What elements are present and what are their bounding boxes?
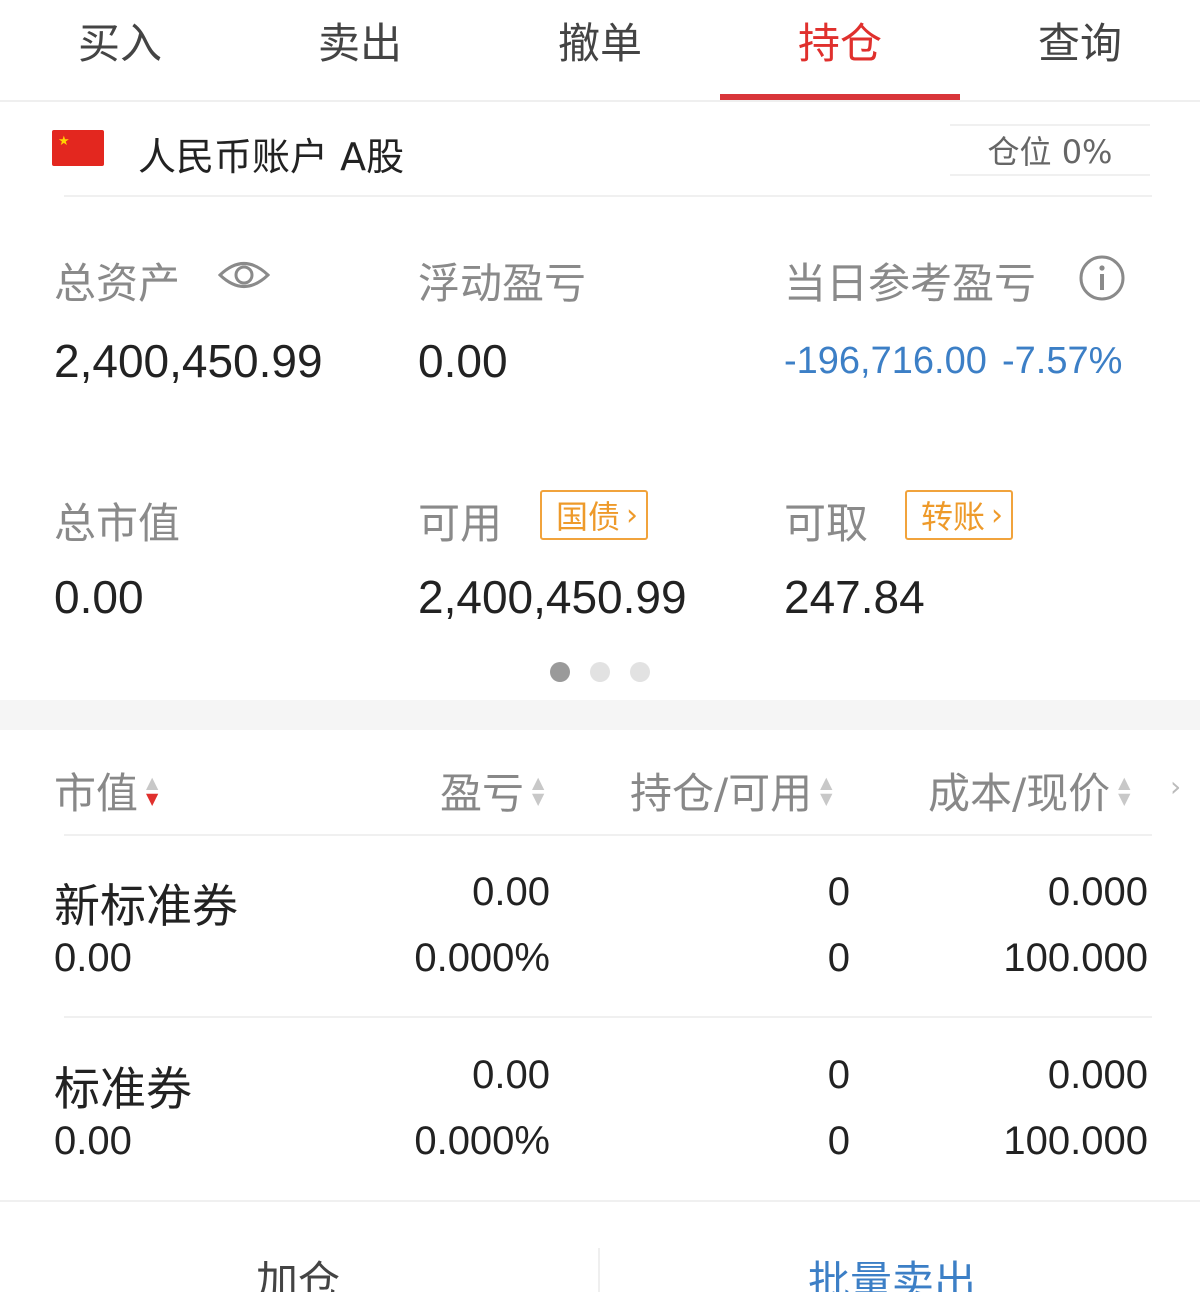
sort-icon: ▲ ▼: [820, 772, 833, 808]
info-icon[interactable]: [1078, 254, 1126, 302]
price-cell: 100.000: [1003, 1119, 1148, 1163]
account-label[interactable]: 人民币账户 A股: [138, 126, 404, 181]
price-cell: 100.000: [1003, 936, 1148, 980]
pl-percent-cell: 0.000%: [414, 936, 550, 980]
market-value-cell: 0.00: [54, 936, 132, 980]
divider: [598, 1248, 600, 1292]
divider: [0, 1200, 1200, 1202]
sort-icon: ▲ ▼: [1118, 772, 1131, 808]
sort-icon: ▲ ▼: [146, 772, 159, 808]
available-cell: 0: [827, 936, 850, 980]
divider: [64, 195, 1152, 197]
market-value-cell: 0.00: [54, 1119, 132, 1163]
pl-percent-cell: 0.000%: [414, 1119, 550, 1163]
position-cell: 0: [827, 870, 850, 914]
eye-icon[interactable]: [218, 256, 270, 294]
tab-cancel[interactable]: 撤单: [480, 0, 720, 100]
available-label: 可用: [418, 499, 503, 548]
header-market-value[interactable]: 市值 ▲ ▼: [54, 760, 158, 821]
header-label: 成本/现价: [928, 769, 1111, 818]
chevron-right-icon: ›: [991, 497, 1004, 533]
page-dot[interactable]: [590, 662, 610, 682]
scroll-right-icon[interactable]: ›: [1170, 770, 1181, 803]
market-value-label: 总市值: [54, 499, 181, 548]
market-value-value: 0.00: [54, 571, 144, 623]
section-separator: [0, 700, 1200, 730]
tab-positions[interactable]: 持仓: [720, 0, 960, 100]
daily-pl-percent: -7.57%: [1002, 340, 1123, 382]
transfer-tag-button[interactable]: 转账 ›: [905, 490, 1014, 540]
header-position-available[interactable]: 持仓/可用 ▲ ▼: [630, 760, 832, 821]
header-label: 市值: [54, 769, 139, 818]
page-dot[interactable]: [630, 662, 650, 682]
header-cost-price[interactable]: 成本/现价 ▲ ▼: [928, 760, 1130, 821]
available-cell: 0: [827, 1119, 850, 1163]
header-pl[interactable]: 盈亏 ▲ ▼: [440, 760, 544, 821]
add-position-button[interactable]: 加仓: [256, 1248, 340, 1292]
page-dot[interactable]: [550, 662, 570, 682]
divider: [64, 834, 1152, 836]
tab-buy[interactable]: 买入: [0, 0, 240, 100]
cost-cell: 0.000: [1047, 1053, 1148, 1097]
batch-sell-button[interactable]: 批量卖出: [808, 1248, 976, 1292]
total-assets-label: 总资产: [54, 259, 181, 308]
withdrawable-value: 247.84: [784, 571, 925, 623]
chevron-right-icon: ›: [626, 497, 639, 533]
account-bar: ★ 人民币账户 A股 仓位 0%: [0, 102, 1200, 198]
page-indicator: [550, 662, 650, 682]
china-flag-icon: ★: [52, 130, 104, 166]
header-label: 盈亏: [440, 769, 525, 818]
cost-cell: 0.000: [1047, 870, 1148, 914]
withdrawable-label: 可取: [784, 499, 869, 548]
floating-pl-value: 0.00: [418, 335, 508, 387]
position-ratio-badge: 仓位 0%: [950, 124, 1150, 176]
pl-cell: 0.00: [472, 1053, 550, 1097]
pl-cell: 0.00: [472, 870, 550, 914]
header-label: 持仓/可用: [630, 769, 813, 818]
transfer-tag-label: 转账: [921, 498, 986, 536]
stock-name: 新标准券: [54, 879, 238, 933]
available-value: 2,400,450.99: [418, 571, 687, 623]
tab-query[interactable]: 查询: [960, 0, 1200, 100]
tab-sell[interactable]: 卖出: [240, 0, 480, 100]
sort-icon: ▲ ▼: [532, 772, 545, 808]
stock-name: 标准券: [54, 1062, 192, 1116]
treasury-bond-tag-label: 国债: [556, 498, 621, 536]
divider: [64, 1016, 1152, 1018]
total-assets-value: 2,400,450.99: [54, 335, 323, 387]
treasury-bond-tag-button[interactable]: 国债 ›: [540, 490, 649, 540]
daily-pl-label: 当日参考盈亏: [784, 259, 1037, 308]
position-cell: 0: [827, 1053, 850, 1097]
daily-pl-value: -196,716.00: [784, 340, 987, 382]
trade-tabs: 买入 卖出 撤单 持仓 查询: [0, 0, 1200, 102]
floating-pl-label: 浮动盈亏: [418, 259, 587, 308]
